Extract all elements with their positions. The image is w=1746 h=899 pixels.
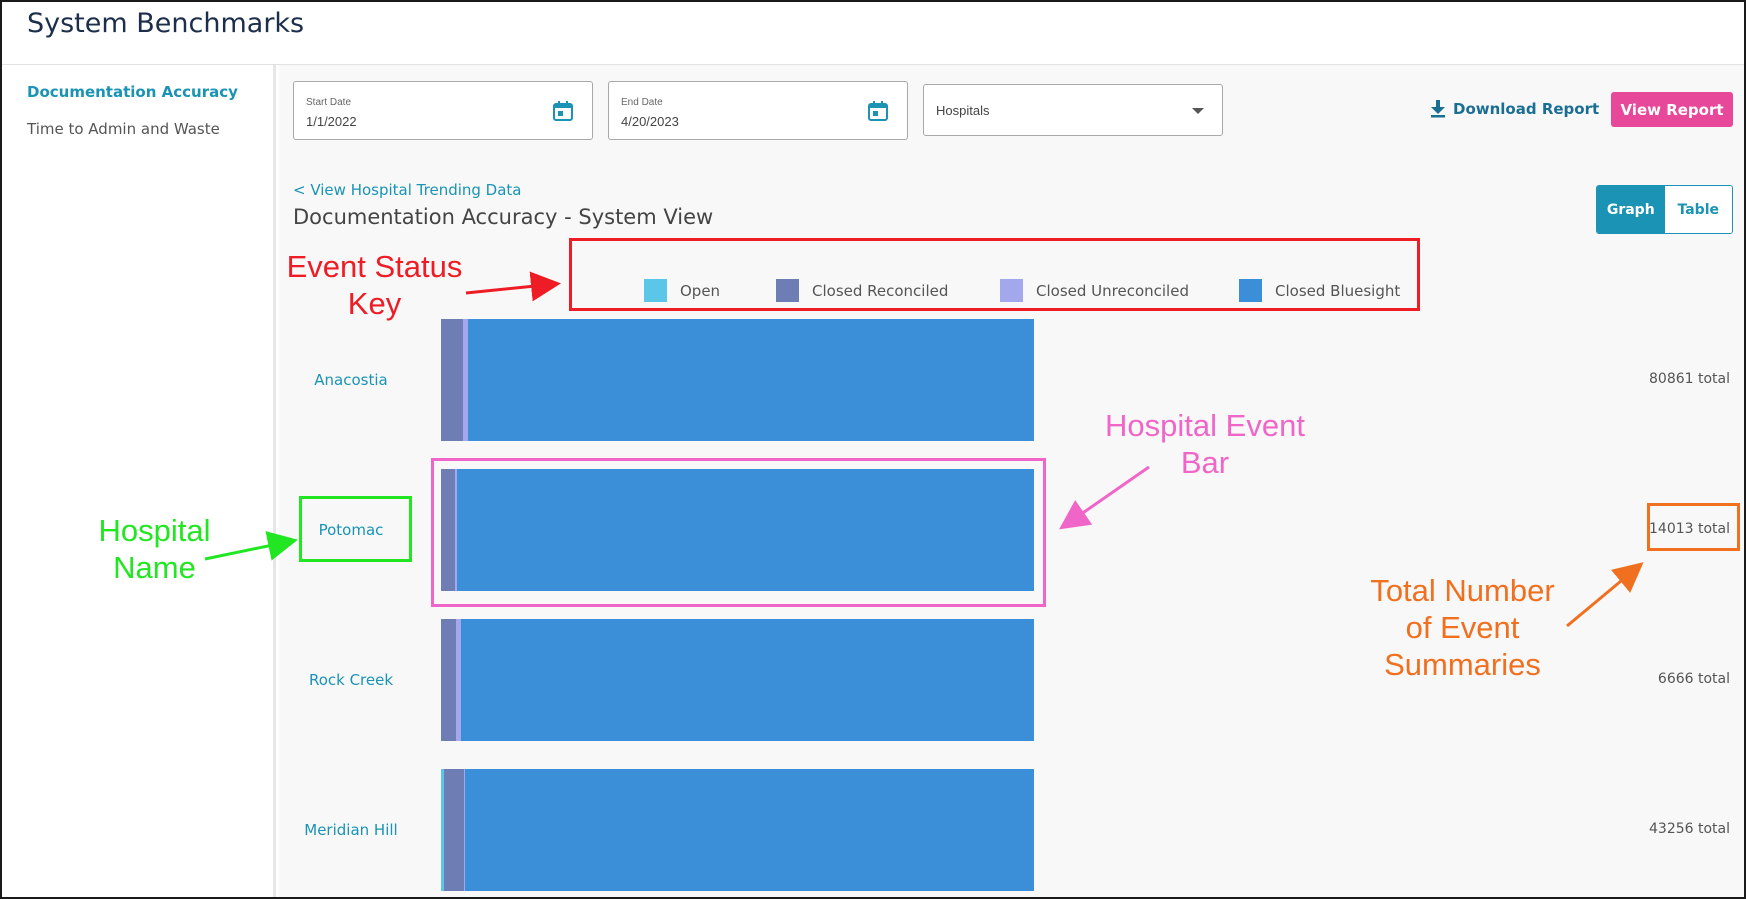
table-toggle-button[interactable]: Table [1664,186,1732,233]
calendar-icon[interactable] [867,100,889,122]
hospital-name-link[interactable]: Anacostia [281,371,421,389]
end-date-label: End Date [621,97,663,108]
end-date-field[interactable]: End Date 4/20/2023 [608,81,908,140]
hospital-event-bar[interactable] [441,619,1034,741]
annotation-event-status-key: Event Status Key [286,249,463,322]
sidebar: Documentation Accuracy Time to Admin and… [0,65,276,899]
hospital-total-count: 43256 total [1649,821,1730,837]
legend-highlight-box [569,238,1420,311]
view-report-button[interactable]: View Report [1611,92,1733,127]
hospitals-select[interactable]: Hospitals [923,84,1223,136]
end-date-value: 4/20/2023 [621,114,679,129]
graph-toggle-button[interactable]: Graph [1597,186,1665,233]
hospital-event-bar[interactable] [441,319,1034,441]
bar-segment-closed-bluesight[interactable] [465,769,1034,891]
annotation-hospital-name: Hospital Name [98,513,211,586]
section-title: Documentation Accuracy - System View [293,205,714,229]
start-date-field[interactable]: Start Date 1/1/2022 [293,81,593,140]
start-date-value: 1/1/2022 [306,114,357,129]
hospital-name-link[interactable]: Rock Creek [281,671,421,689]
bar-segment-closed-reconciled[interactable] [443,769,464,891]
hospital-name-link[interactable]: Meridian Hill [281,821,421,839]
back-to-trending-link[interactable]: < View Hospital Trending Data [293,181,522,199]
download-icon [1431,100,1445,118]
hospital-total-count: 80861 total [1649,371,1730,387]
header-bar: System Benchmarks [0,0,1746,65]
hospital-name-highlight-box [299,496,412,562]
view-toggle: Graph Table [1596,185,1733,234]
start-date-label: Start Date [306,97,352,108]
bar-segment-closed-reconciled[interactable] [441,619,457,741]
total-highlight-box [1647,503,1740,551]
download-report-link[interactable]: Download Report [1430,100,1599,118]
hospital-event-bar[interactable] [441,769,1034,891]
hospitals-select-value: Hospitals [936,103,990,118]
page-title: System Benchmarks [27,8,305,39]
sidebar-item-documentation-accuracy[interactable]: Documentation Accuracy [27,83,238,101]
bar-segment-closed-bluesight[interactable] [461,619,1034,741]
hospital-total-count: 6666 total [1657,671,1730,687]
calendar-icon[interactable] [552,100,574,122]
event-bar-highlight-box [431,458,1046,607]
sidebar-item-time-to-admin[interactable]: Time to Admin and Waste [27,120,220,138]
chevron-down-icon [1192,108,1204,114]
annotation-hospital-event-bar: Hospital Event Bar [1105,408,1305,481]
annotation-total-events: Total Number of Event Summaries [1370,573,1555,683]
bar-segment-closed-reconciled[interactable] [441,319,463,441]
download-report-label: Download Report [1453,100,1600,118]
bar-segment-closed-bluesight[interactable] [467,319,1034,441]
